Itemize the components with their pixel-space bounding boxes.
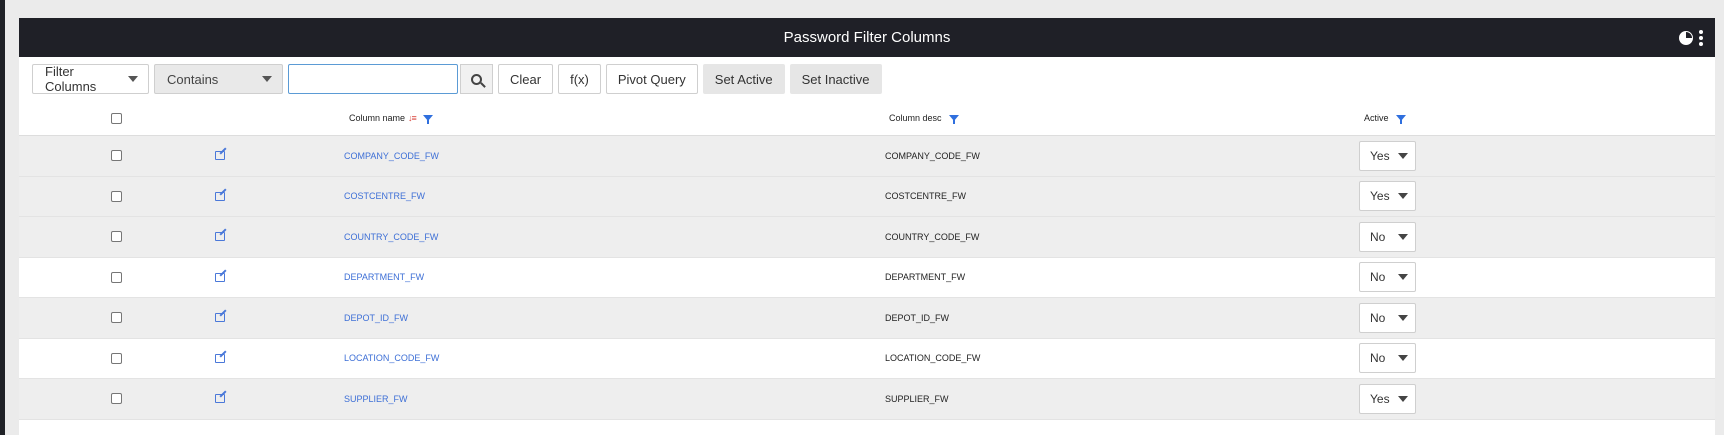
filter-columns-select[interactable]: Filter Columns: [32, 64, 149, 94]
header-column-name[interactable]: Column name ↓≡: [349, 101, 433, 135]
column-name-link[interactable]: COUNTRY_CODE_FW: [344, 232, 438, 242]
edit-icon[interactable]: [215, 353, 225, 363]
column-desc-text: DEPOT_ID_FW: [885, 312, 950, 323]
header-select-all-cell: [111, 101, 122, 135]
table-row: DEPARTMENT_FW DEPARTMENT_FW No: [19, 258, 1715, 298]
search-button[interactable]: [460, 64, 493, 94]
column-name-link[interactable]: COMPANY_CODE_FW: [344, 151, 439, 161]
column-name-link[interactable]: LOCATION_CODE_FW: [344, 353, 439, 363]
column-desc-text: COSTCENTRE_FW: [885, 191, 966, 202]
column-name-link[interactable]: DEPOT_ID_FW: [344, 313, 408, 323]
column-desc-text: COMPANY_CODE_FW: [885, 150, 980, 161]
active-select[interactable]: No: [1359, 343, 1416, 374]
search-input[interactable]: [288, 64, 458, 94]
table-row: LOCATION_CODE_FW LOCATION_CODE_FW No: [19, 339, 1715, 379]
edit-icon[interactable]: [215, 191, 225, 201]
edit-icon[interactable]: [215, 272, 225, 282]
column-name-link[interactable]: COSTCENTRE_FW: [344, 191, 425, 201]
active-select-value: No: [1370, 351, 1386, 366]
filter-icon[interactable]: [948, 115, 959, 124]
active-select-value: No: [1370, 229, 1386, 244]
column-desc-text: COUNTRY_CODE_FW: [885, 231, 980, 242]
chevron-down-icon: [1398, 314, 1408, 321]
title-actions: [1679, 18, 1703, 57]
row-checkbox[interactable]: [111, 271, 122, 283]
header-active-label: Active: [1364, 113, 1389, 123]
panel-titlebar: Password Filter Columns: [19, 18, 1715, 57]
panel-title: Password Filter Columns: [783, 29, 951, 46]
chevron-down-icon: [1398, 395, 1408, 402]
search-icon: [471, 73, 482, 85]
edit-icon[interactable]: [215, 232, 225, 242]
set-inactive-button[interactable]: Set Inactive: [789, 64, 882, 94]
chevron-down-icon: [262, 76, 272, 82]
column-desc-text: SUPPLIER_FW: [885, 393, 949, 404]
kebab-menu-icon[interactable]: [1699, 29, 1703, 46]
window-left-edge: [0, 0, 5, 435]
header-column-desc-label: Column desc: [889, 113, 942, 123]
chevron-down-icon: [1398, 193, 1408, 200]
active-select[interactable]: No: [1359, 302, 1416, 333]
edit-icon[interactable]: [215, 394, 225, 404]
set-active-button[interactable]: Set Active: [702, 64, 785, 94]
active-select[interactable]: No: [1359, 221, 1416, 252]
edit-icon[interactable]: [215, 151, 225, 161]
active-select-value: Yes: [1370, 189, 1390, 204]
row-checkbox[interactable]: [111, 150, 122, 162]
columns-table: Column name ↓≡ Column desc Active COMPAN…: [19, 101, 1715, 420]
chevron-down-icon: [1398, 355, 1408, 362]
active-select-value: Yes: [1370, 391, 1390, 406]
password-filter-columns-panel: Password Filter Columns Filter Columns C…: [19, 18, 1715, 435]
select-all-checkbox[interactable]: [111, 112, 122, 124]
chevron-down-icon: [1398, 274, 1408, 281]
active-select[interactable]: Yes: [1359, 181, 1416, 212]
active-select[interactable]: Yes: [1359, 140, 1416, 171]
operator-select[interactable]: Contains: [154, 64, 283, 94]
table-header: Column name ↓≡ Column desc Active: [19, 101, 1715, 136]
active-select-value: Yes: [1370, 148, 1390, 163]
active-select-value: No: [1370, 270, 1386, 285]
header-active[interactable]: Active: [1364, 101, 1406, 135]
header-column-desc[interactable]: Column desc: [889, 101, 959, 135]
chevron-down-icon: [128, 76, 138, 82]
chevron-down-icon: [1398, 152, 1408, 159]
column-name-link[interactable]: DEPARTMENT_FW: [344, 272, 424, 282]
filter-icon[interactable]: [422, 115, 433, 124]
column-name-link[interactable]: SUPPLIER_FW: [344, 394, 408, 404]
sort-desc-icon[interactable]: ↓≡: [408, 113, 417, 123]
table-row: DEPOT_ID_FW DEPOT_ID_FW No: [19, 298, 1715, 339]
row-checkbox[interactable]: [111, 312, 122, 324]
pie-chart-icon[interactable]: [1679, 30, 1693, 45]
column-desc-text: DEPARTMENT_FW: [885, 272, 966, 283]
edit-icon[interactable]: [215, 313, 225, 323]
operator-select-value: Contains: [167, 71, 219, 87]
row-checkbox[interactable]: [111, 231, 122, 243]
header-column-name-label: Column name: [349, 113, 406, 123]
chevron-down-icon: [1398, 233, 1408, 240]
row-checkbox[interactable]: [111, 393, 122, 405]
filter-toolbar: Filter Columns Contains Clear f(x) Pivot…: [19, 57, 1715, 101]
row-checkbox[interactable]: [111, 190, 122, 202]
filter-columns-select-value: Filter Columns: [45, 64, 97, 94]
row-checkbox[interactable]: [111, 352, 122, 364]
table-row: SUPPLIER_FW SUPPLIER_FW Yes: [19, 379, 1715, 420]
table-row: COSTCENTRE_FW COSTCENTRE_FW Yes: [19, 176, 1715, 217]
column-desc-text: LOCATION_CODE_FW: [885, 353, 981, 364]
filter-icon[interactable]: [1395, 115, 1406, 124]
fx-button[interactable]: f(x): [558, 64, 601, 94]
active-select-value: No: [1370, 310, 1386, 325]
table-row: COUNTRY_CODE_FW COUNTRY_CODE_FW No: [19, 217, 1715, 258]
active-select[interactable]: No: [1359, 262, 1416, 293]
table-row: COMPANY_CODE_FW COMPANY_CODE_FW Yes: [19, 136, 1715, 177]
pivot-query-button[interactable]: Pivot Query: [605, 64, 698, 94]
clear-button[interactable]: Clear: [498, 64, 554, 94]
active-select[interactable]: Yes: [1359, 383, 1416, 414]
